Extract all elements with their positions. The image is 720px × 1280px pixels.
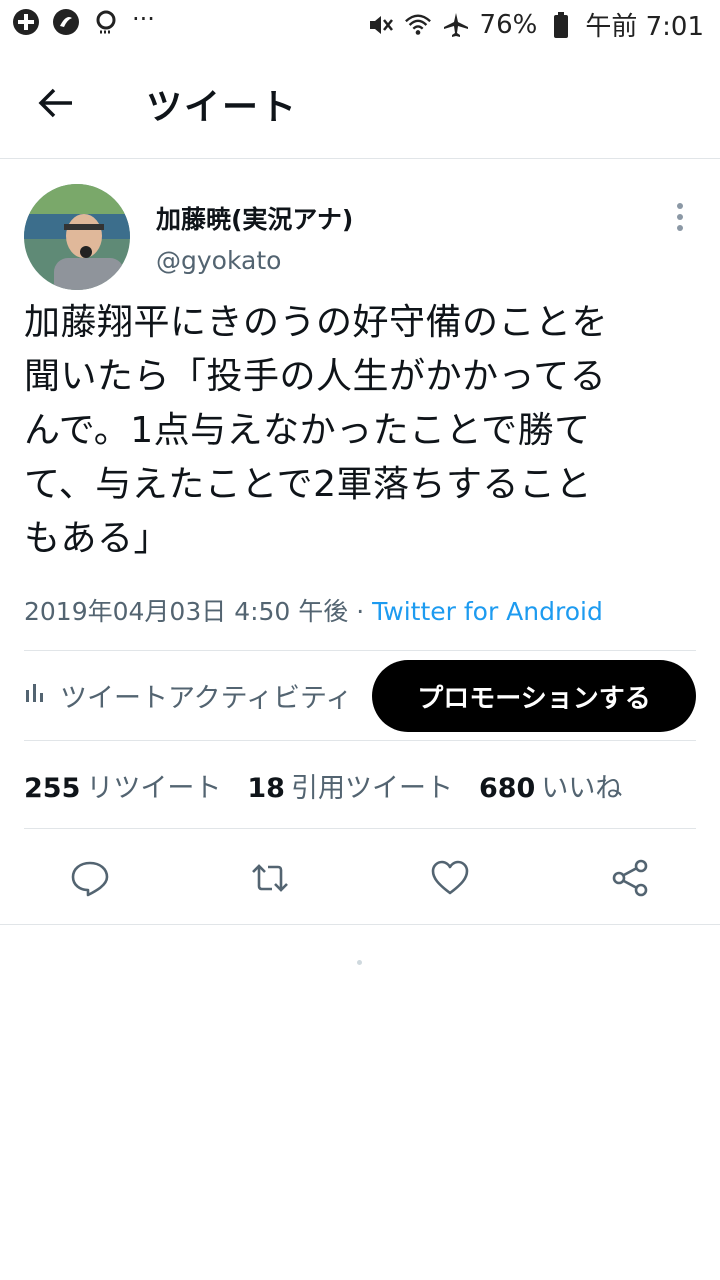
- tweet-activity-label: ツイートアクティビティ: [60, 683, 353, 714]
- battery-icon: [547, 11, 575, 39]
- add-circle-icon: [12, 8, 40, 36]
- back-arrow-icon[interactable]: [34, 80, 80, 126]
- like-count[interactable]: 680: [479, 773, 535, 804]
- wifi-icon: [404, 11, 432, 39]
- quote-label[interactable]: 引用ツイート: [291, 773, 453, 804]
- tweet-text: 加藤翔平にきのうの好守備のことを 聞いたら「投手の人生がかかってる んで。1点与…: [24, 302, 609, 559]
- mute-icon: [366, 11, 394, 39]
- tweet-timestamp: 2019年04月03日 4:50 午後 ·: [24, 597, 373, 626]
- clock: 午前 7:01: [585, 12, 704, 42]
- status-overflow: ···: [132, 5, 155, 33]
- retweet-count[interactable]: 255: [24, 773, 80, 804]
- divider: [0, 924, 720, 925]
- display-name[interactable]: 加藤暁(実況アナ): [156, 200, 353, 236]
- share-icon[interactable]: [610, 858, 650, 898]
- like-icon[interactable]: [430, 858, 470, 898]
- retweet-icon[interactable]: [250, 858, 290, 898]
- quote-count[interactable]: 18: [247, 773, 285, 804]
- reply-icon[interactable]: [70, 858, 110, 898]
- airplane-icon: [442, 11, 470, 39]
- top-bar: ツイート: [0, 50, 720, 159]
- battery-percent: 76%: [479, 9, 538, 40]
- tweet-activity-link[interactable]: ツイートアクティビティ: [24, 676, 352, 715]
- chart-icon: [24, 680, 46, 711]
- divider: [24, 828, 696, 829]
- tweet-source-link[interactable]: Twitter for Android: [372, 597, 603, 626]
- promote-button[interactable]: プロモーションする: [372, 660, 696, 732]
- divider: [24, 740, 696, 741]
- loading-indicator: [357, 960, 362, 965]
- avatar[interactable]: [24, 184, 130, 290]
- more-vertical-icon[interactable]: [666, 200, 694, 234]
- retweet-label[interactable]: リツイート: [86, 773, 221, 804]
- status-bar: ··· 76% 午前 7:01: [0, 0, 720, 50]
- divider: [24, 650, 696, 651]
- engagement-stats: 255 リツイート 18 引用ツイート 680 いいね: [24, 766, 648, 805]
- search-app-icon: [92, 8, 120, 36]
- page-title: ツイート: [146, 87, 299, 128]
- action-bar: [0, 846, 720, 910]
- jal-icon: [52, 8, 80, 36]
- like-label[interactable]: いいね: [541, 773, 622, 804]
- user-handle[interactable]: @gyokato: [156, 246, 281, 275]
- tweet-meta: 2019年04月03日 4:50 午後 · Twitter for Androi…: [24, 592, 603, 628]
